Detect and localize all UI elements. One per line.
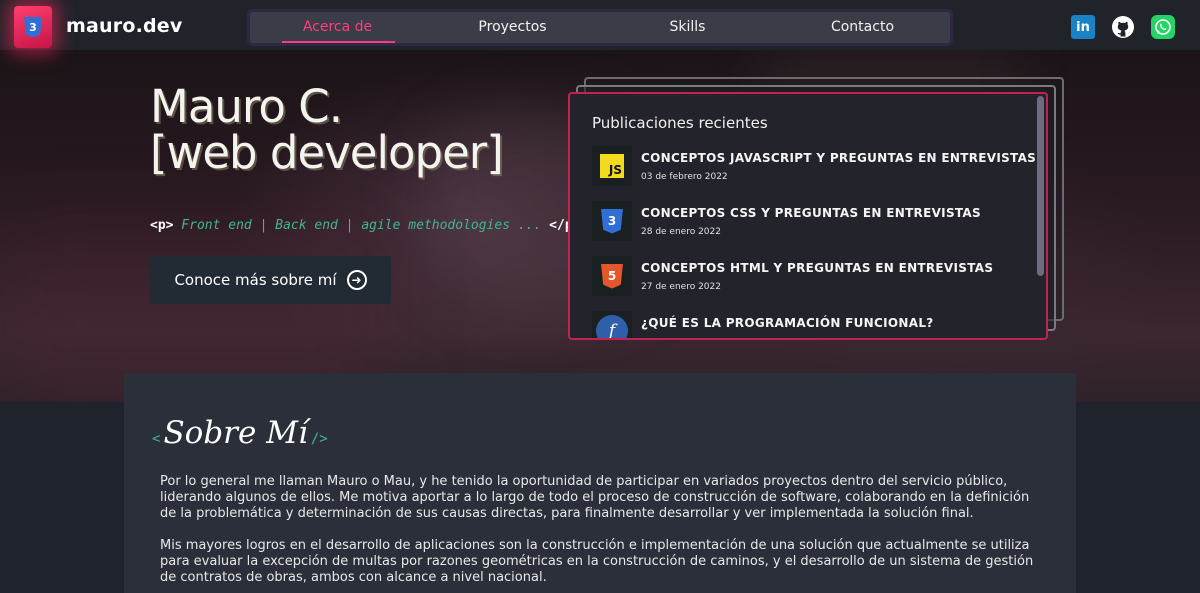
code-open-tag: <p> — [150, 218, 174, 233]
post-title[interactable]: ¿QUÉ ES LA PROGRAMACIÓN FUNCIONAL? — [641, 316, 934, 330]
post-item[interactable]: f ¿QUÉ ES LA PROGRAMACIÓN FUNCIONAL? — [592, 311, 1012, 338]
hero-role: [web developer] — [150, 126, 504, 179]
nav-item-contacto[interactable]: Contacto — [775, 12, 950, 43]
post-title[interactable]: CONCEPTOS JAVASCRIPT Y PREGUNTAS EN ENTR… — [641, 151, 1036, 165]
hero-name: Mauro C. — [150, 80, 343, 133]
heading-close-bracket: /> — [310, 431, 328, 447]
learn-more-button[interactable]: Conoce más sobre mí ➜ — [150, 256, 391, 304]
function-icon: f — [592, 311, 632, 338]
recent-posts-title: Publicaciones recientes — [592, 114, 768, 132]
post-item[interactable]: JS CONCEPTOS JAVASCRIPT Y PREGUNTAS EN E… — [592, 146, 1036, 186]
post-date: 28 de enero 2022 — [641, 227, 721, 237]
post-item[interactable]: 5 CONCEPTOS HTML Y PREGUNTAS EN ENTREVIS… — [592, 256, 1012, 296]
js-icon: JS — [592, 146, 632, 186]
about-text: Por lo general me llaman Mauro o Mau, y … — [160, 474, 1040, 593]
main-nav: Acerca de Proyectos Skills Contacto — [250, 12, 950, 43]
site-logo[interactable]: 3 — [14, 6, 52, 48]
css3-icon: 3 — [592, 201, 632, 241]
post-title[interactable]: CONCEPTOS CSS Y PREGUNTAS EN ENTREVISTAS — [641, 206, 981, 220]
nav-item-proyectos[interactable]: Proyectos — [425, 12, 600, 43]
about-section: < Sobre Mí /> Por lo general me llaman M… — [124, 373, 1076, 593]
post-title[interactable]: CONCEPTOS HTML Y PREGUNTAS EN ENTREVISTA… — [641, 261, 993, 275]
recent-posts-panel: Publicaciones recientes JS CONCEPTOS JAV… — [568, 92, 1048, 340]
hero-tagline: <p> Front end | Back end | agile methodo… — [150, 218, 580, 233]
about-paragraph: Por lo general me llaman Mauro o Mau, y … — [160, 474, 1030, 521]
brand-name[interactable]: mauro.dev — [66, 15, 182, 37]
html5-icon: 5 — [592, 256, 632, 296]
post-date: 03 de febrero 2022 — [641, 172, 728, 182]
css3-icon: 3 — [24, 16, 42, 38]
whatsapp-icon[interactable] — [1151, 15, 1175, 39]
github-icon[interactable] — [1111, 15, 1135, 39]
hero-title: Mauro C. [web developer] — [150, 84, 550, 176]
post-item[interactable]: 3 CONCEPTOS CSS Y PREGUNTAS EN ENTREVIST… — [592, 201, 1012, 241]
panel-scrollbar[interactable] — [1037, 96, 1044, 276]
post-date: 27 de enero 2022 — [641, 282, 721, 292]
nav-item-skills[interactable]: Skills — [600, 12, 775, 43]
about-heading: < Sobre Mí /> — [152, 415, 328, 451]
tagline-text: Front end | Back end | agile methodologi… — [173, 218, 550, 233]
linkedin-icon[interactable]: in — [1071, 15, 1095, 39]
about-title: Sobre Mí — [163, 415, 308, 451]
about-paragraph: Mis mayores logros en el desarrollo de a… — [160, 538, 1034, 585]
learn-more-label: Conoce más sobre mí — [174, 271, 337, 289]
arrow-right-icon: ➜ — [346, 270, 367, 290]
heading-open-bracket: < — [152, 431, 161, 447]
nav-item-acerca[interactable]: Acerca de — [250, 12, 425, 43]
navbar: 3 mauro.dev Acerca de Proyectos Skills C… — [0, 0, 1200, 50]
